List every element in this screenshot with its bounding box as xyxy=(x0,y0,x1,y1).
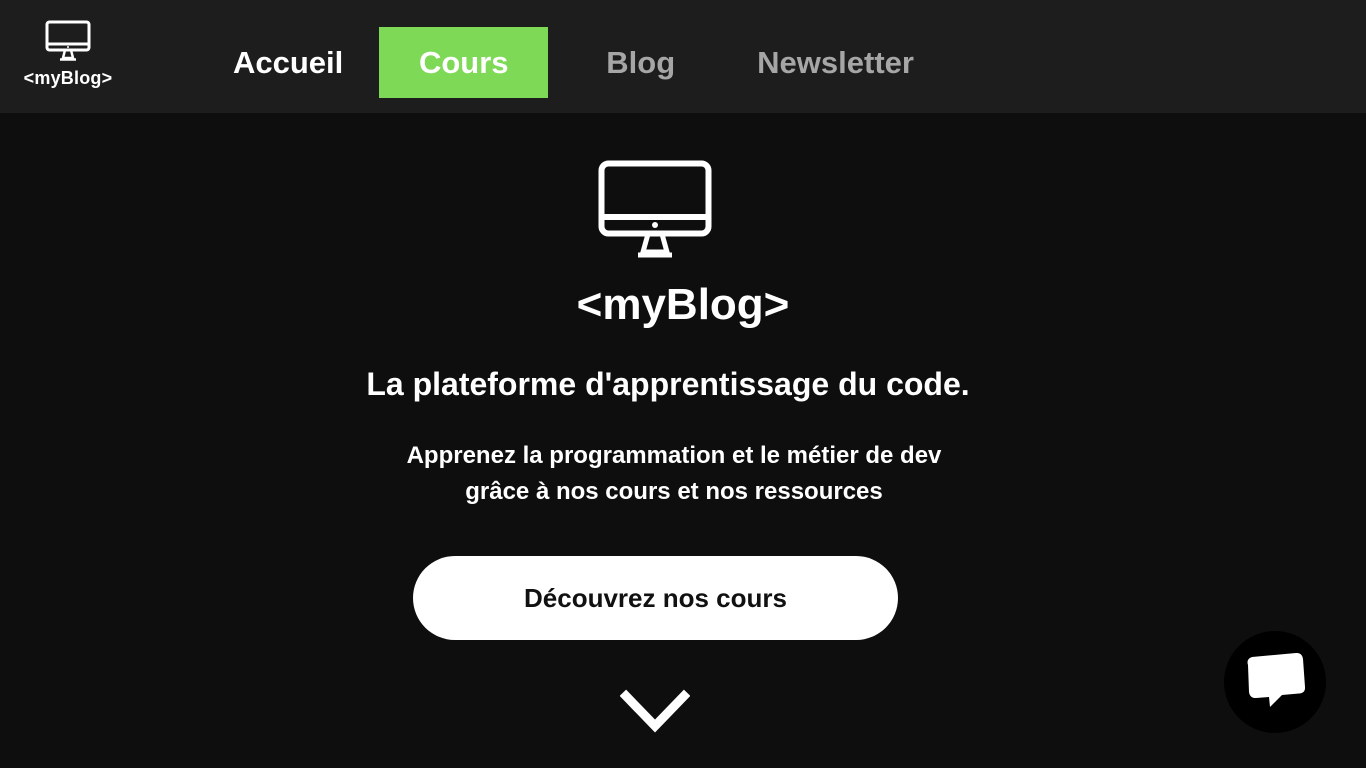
nav-item-newsletter[interactable]: Newsletter xyxy=(733,27,941,98)
monitor-icon xyxy=(45,20,91,61)
nav-item-accueil[interactable]: Accueil xyxy=(206,27,379,98)
chevron-down-icon[interactable] xyxy=(619,688,691,741)
logo-text: <myBlog> xyxy=(23,68,113,88)
nav-item-blog[interactable]: Blog xyxy=(548,27,733,98)
hero-description-line-2: grâce à nos cours et nos ressources xyxy=(465,478,883,505)
discover-courses-button[interactable]: Découvrez nos cours xyxy=(413,556,898,640)
chat-bubble-icon xyxy=(1247,652,1306,707)
main-nav: Accueil Cours Blog Newsletter xyxy=(206,27,941,98)
hero-description-line-1: Apprenez la programmation et le métier d… xyxy=(406,442,942,469)
hero-monitor-icon xyxy=(598,160,714,265)
logo[interactable]: <myBlog> xyxy=(18,20,118,102)
chat-button[interactable] xyxy=(1224,631,1326,733)
hero-subtitle: La plateforme d'apprentissage du code. xyxy=(366,366,970,402)
header: <myBlog> Accueil Cours Blog Newsletter xyxy=(0,0,1366,113)
hero-description: Apprenez la programmation et le métier d… xyxy=(0,438,1348,510)
hero-title: <myBlog> xyxy=(576,280,790,329)
nav-item-cours[interactable]: Cours xyxy=(379,27,549,98)
